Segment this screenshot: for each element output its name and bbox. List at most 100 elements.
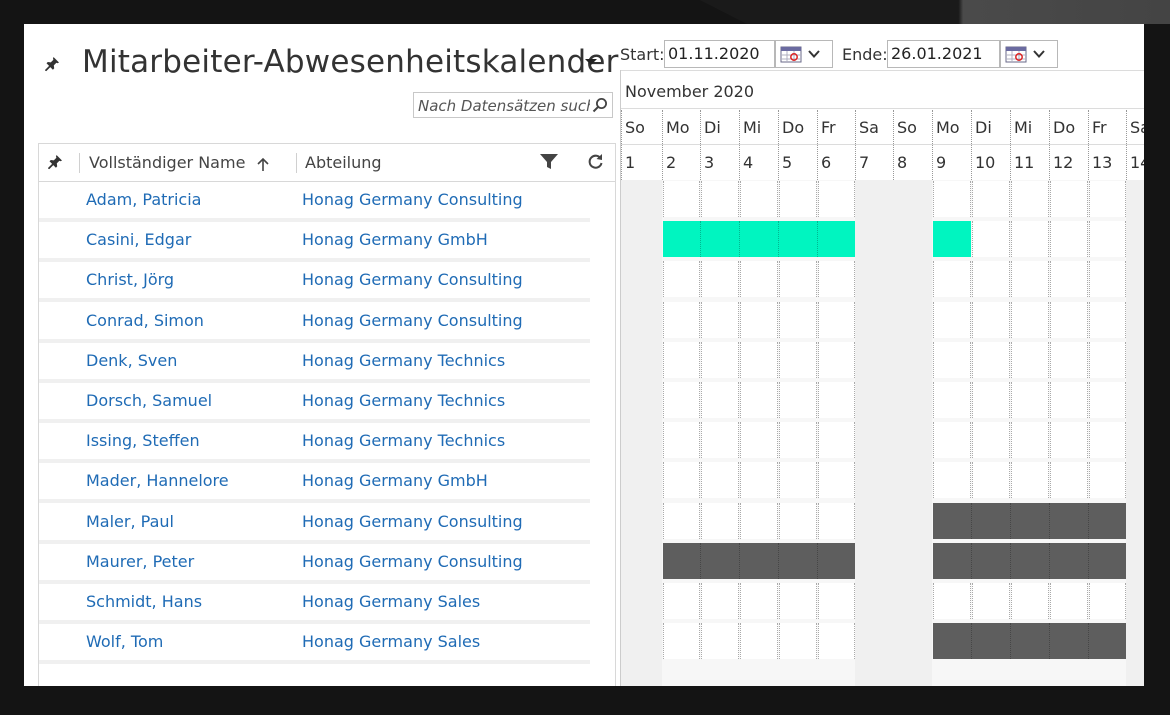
employee-department[interactable]: Honag Germany Consulting: [302, 544, 523, 580]
table-row[interactable]: Issing, Steffen Honag Germany Technics: [39, 423, 590, 463]
day-cell[interactable]: [701, 302, 739, 338]
day-cell[interactable]: [663, 583, 700, 619]
day-cell[interactable]: [701, 623, 739, 659]
table-row[interactable]: Wolf, Tom Honag Germany Sales: [39, 624, 590, 664]
employee-department[interactable]: Honag Germany Sales: [302, 584, 480, 620]
day-cell[interactable]: [818, 261, 855, 297]
employee-department[interactable]: Honag Germany Technics: [302, 343, 505, 379]
day-cell[interactable]: [1050, 462, 1088, 498]
pin-icon[interactable]: [44, 56, 60, 72]
day-cell[interactable]: [701, 342, 739, 378]
day-cell[interactable]: [779, 583, 817, 619]
day-cell[interactable]: [933, 583, 971, 619]
absence-bar[interactable]: [933, 503, 1126, 539]
employee-department[interactable]: Honag Germany Consulting: [302, 262, 523, 298]
day-cell[interactable]: [701, 422, 739, 458]
day-cell[interactable]: [1089, 422, 1126, 458]
day-cell[interactable]: [933, 382, 971, 418]
absence-bar[interactable]: [933, 221, 971, 257]
day-cell[interactable]: [933, 181, 971, 217]
day-cell[interactable]: [740, 302, 778, 338]
day-cell[interactable]: [740, 583, 778, 619]
day-cell[interactable]: [1050, 583, 1088, 619]
absence-bar[interactable]: [663, 543, 855, 579]
day-cell[interactable]: [933, 302, 971, 338]
start-date-input[interactable]: 01.11.2020: [664, 40, 775, 68]
day-cell[interactable]: [1050, 181, 1088, 217]
day-cell[interactable]: [1089, 342, 1126, 378]
day-cell[interactable]: [779, 302, 817, 338]
day-cell[interactable]: [818, 623, 855, 659]
employee-name[interactable]: Denk, Sven: [86, 343, 177, 379]
day-cell[interactable]: [701, 503, 739, 539]
day-cell[interactable]: [972, 181, 1010, 217]
day-cell[interactable]: [740, 422, 778, 458]
table-row[interactable]: Denk, Sven Honag Germany Technics: [39, 343, 590, 383]
employee-department[interactable]: Honag Germany GmbH: [302, 222, 488, 258]
day-cell[interactable]: [740, 623, 778, 659]
table-row[interactable]: Conrad, Simon Honag Germany Consulting: [39, 303, 590, 343]
employee-name[interactable]: Casini, Edgar: [86, 222, 191, 258]
day-cell[interactable]: [740, 181, 778, 217]
table-row[interactable]: Christ, Jörg Honag Germany Consulting: [39, 262, 590, 302]
employee-department[interactable]: Honag Germany Technics: [302, 423, 505, 459]
table-row[interactable]: Adam, Patricia Honag Germany Consulting: [39, 182, 590, 222]
search-icon[interactable]: [592, 97, 608, 113]
day-cell[interactable]: [779, 623, 817, 659]
absence-bar[interactable]: [933, 543, 1126, 579]
table-row[interactable]: Maurer, Peter Honag Germany Consulting: [39, 544, 590, 584]
day-cell[interactable]: [740, 382, 778, 418]
day-cell[interactable]: [972, 221, 1010, 257]
employee-name[interactable]: Mader, Hannelore: [86, 463, 229, 499]
day-cell[interactable]: [663, 342, 700, 378]
day-cell[interactable]: [818, 503, 855, 539]
day-cell[interactable]: [818, 382, 855, 418]
employee-name[interactable]: Issing, Steffen: [86, 423, 200, 459]
column-pin-icon[interactable]: [47, 154, 63, 170]
day-cell[interactable]: [972, 342, 1010, 378]
employee-name[interactable]: Maler, Paul: [86, 504, 174, 540]
filter-icon[interactable]: [540, 154, 558, 170]
employee-department[interactable]: Honag Germany Technics: [302, 383, 505, 419]
column-header-department[interactable]: Abteilung: [305, 144, 382, 181]
day-cell[interactable]: [1050, 221, 1088, 257]
day-cell[interactable]: [779, 181, 817, 217]
table-row[interactable]: Schmidt, Hans Honag Germany Sales: [39, 584, 590, 624]
end-date-picker-button[interactable]: [1000, 40, 1058, 68]
day-cell[interactable]: [740, 503, 778, 539]
day-cell[interactable]: [1011, 261, 1049, 297]
day-cell[interactable]: [1011, 302, 1049, 338]
column-header-name[interactable]: Vollständiger Name: [89, 144, 269, 181]
day-cell[interactable]: [740, 462, 778, 498]
search-input[interactable]: [414, 93, 590, 117]
employee-department[interactable]: Honag Germany Consulting: [302, 182, 523, 218]
day-cell[interactable]: [818, 302, 855, 338]
day-cell[interactable]: [663, 382, 700, 418]
day-cell[interactable]: [1089, 181, 1126, 217]
day-cell[interactable]: [972, 583, 1010, 619]
day-cell[interactable]: [701, 261, 739, 297]
absence-bar[interactable]: [933, 623, 1126, 659]
day-cell[interactable]: [701, 181, 739, 217]
day-cell[interactable]: [818, 342, 855, 378]
day-cell[interactable]: [779, 382, 817, 418]
day-cell[interactable]: [1089, 382, 1126, 418]
start-date-picker-button[interactable]: [775, 40, 833, 68]
table-row[interactable]: Mader, Hannelore Honag Germany GmbH: [39, 463, 590, 503]
day-cell[interactable]: [663, 623, 700, 659]
employee-name[interactable]: Conrad, Simon: [86, 303, 204, 339]
day-cell[interactable]: [972, 261, 1010, 297]
day-cell[interactable]: [1050, 261, 1088, 297]
table-row[interactable]: Casini, Edgar Honag Germany GmbH: [39, 222, 590, 262]
day-cell[interactable]: [972, 382, 1010, 418]
employee-department[interactable]: Honag Germany Sales: [302, 624, 480, 660]
employee-name[interactable]: Dorsch, Samuel: [86, 383, 212, 419]
employee-name[interactable]: Schmidt, Hans: [86, 584, 202, 620]
refresh-icon[interactable]: [587, 153, 604, 170]
day-cell[interactable]: [818, 422, 855, 458]
day-cell[interactable]: [1089, 302, 1126, 338]
day-cell[interactable]: [818, 583, 855, 619]
title-dropdown-icon[interactable]: [585, 59, 597, 65]
day-cell[interactable]: [1089, 462, 1126, 498]
day-cell[interactable]: [933, 342, 971, 378]
